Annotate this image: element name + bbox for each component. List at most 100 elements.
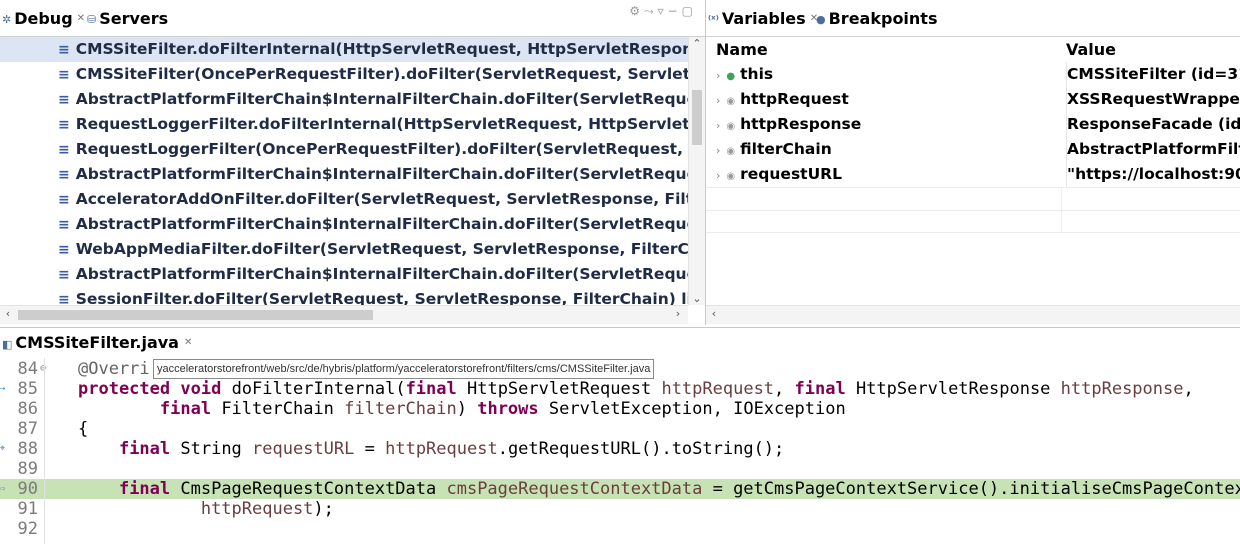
line-text: protected void doFilterInternal(final Ht…: [78, 379, 1194, 399]
code-line[interactable]: 92: [0, 519, 1240, 539]
column-header-name[interactable]: Name: [716, 37, 1061, 62]
line-number: 87: [17, 419, 38, 439]
stack-frame-icon: ≡: [58, 117, 70, 133]
breakpoint-marker-icon[interactable]: ⇢: [0, 379, 6, 399]
horizontal-scrollbar[interactable]: ‹: [706, 305, 1240, 324]
line-number: 89: [17, 459, 38, 479]
code-area[interactable]: 84⊖@Overri85⇢protected void doFilterInte…: [0, 358, 1240, 544]
variable-value: XSSRequestWrapper (: [1066, 87, 1240, 112]
expand-icon[interactable]: ›: [716, 144, 720, 157]
debug-view: ✲ Debug ✕ ⛁ Servers ⚙⤳▿−▢ ≡ CMSSiteFilter.do…: [0, 0, 706, 325]
code-line[interactable]: 90 ⇨ final CmsPageRequestContextData cmsP…: [0, 479, 1240, 499]
variable-row[interactable]: › ◉ filterChain AbstractPlatformFilter: [706, 137, 1240, 162]
variable-row[interactable]: › ◉ requestURL "https://localhost:900: [706, 162, 1240, 187]
breakpoint-marker-icon[interactable]: ⇨: [0, 479, 6, 499]
scroll-left-icon[interactable]: ‹: [0, 307, 16, 320]
horizontal-scrollbar[interactable]: ‹ ›: [0, 305, 688, 324]
expand-icon[interactable]: ›: [716, 94, 720, 107]
variable-name: requestURL: [740, 165, 842, 183]
close-icon[interactable]: ✕: [184, 337, 192, 348]
code-line[interactable]: 85 ⇢ protected void doFilterInternal(final…: [0, 379, 1240, 399]
stack-frame[interactable]: ≡ AbstractPlatformFilterChain$InternalFil…: [0, 162, 688, 187]
servers-icon: ⛁: [87, 13, 97, 26]
minimize-icon[interactable]: −: [668, 4, 682, 18]
scroll-thumb[interactable]: [18, 310, 373, 320]
stack-frame[interactable]: ≡ CMSSiteFilter.doFilterInternal(HttpServ…: [0, 37, 688, 62]
line-text: @Overri: [78, 359, 150, 379]
stack-frame[interactable]: ≡ WebAppMediaFilter.doFilter(ServletReque…: [0, 237, 688, 262]
expand-icon[interactable]: ›: [716, 119, 720, 132]
code-token: ): [456, 399, 478, 419]
code-token: final: [794, 379, 846, 399]
close-icon[interactable]: ✕: [77, 13, 85, 24]
variable-row[interactable]: › ◉ httpResponse ResponseFacade (id=3: [706, 112, 1240, 137]
file-path-tooltip: yacceleratorstorefront/web/src/de/hybris…: [153, 359, 655, 379]
expand-icon[interactable]: ›: [716, 169, 720, 182]
stack-frame[interactable]: ≡ SessionFilter.doFilter(ServletRequest, …: [0, 287, 688, 305]
stack-frame-icon: ≡: [58, 217, 70, 233]
stack-frame[interactable]: ≡ AcceleratorAddOnFilter.doFilter(Servlet…: [0, 187, 688, 212]
tab-breakpoints-label: Breakpoints: [828, 9, 938, 28]
variables-view: ⁽ˣ⁾ Variables ✕ ● Breakpoints Name Value › ●…: [706, 0, 1240, 325]
tab-variables[interactable]: ⁽ˣ⁾ Variables ✕: [708, 6, 819, 32]
line-text: final FilterChain filterChain) throws Se…: [78, 399, 846, 419]
variables-tabbar: ⁽ˣ⁾ Variables ✕ ● Breakpoints: [706, 0, 1240, 37]
skip-breakpoints-icon[interactable]: ⤳: [644, 4, 658, 18]
editor-tab[interactable]: ◧ CMSSiteFilter.java ✕: [0, 330, 192, 356]
breakpoint-marker-icon[interactable]: ⌖: [0, 439, 6, 459]
view-toolbar: ⚙⤳▿−▢: [629, 4, 697, 19]
stack-frame-icon: ≡: [58, 242, 70, 258]
stack-frame-icon: ≡: [58, 142, 70, 158]
variable-name: httpResponse: [740, 115, 862, 133]
stack-frame-icon: ≡: [58, 67, 70, 83]
code-token: {: [78, 419, 89, 439]
code-token: final: [405, 379, 457, 399]
tab-variables-label: Variables: [721, 9, 806, 28]
stack-frame[interactable]: ≡ RequestLoggerFilter(OncePerRequestFilte…: [0, 137, 688, 162]
variable-row[interactable]: › ◉ httpRequest XSSRequestWrapper (: [706, 87, 1240, 112]
code-line[interactable]: 91 httpRequest);: [0, 499, 1240, 519]
stack-frame-label: AbstractPlatformFilterChain$InternalFilt…: [75, 165, 688, 183]
tab-breakpoints[interactable]: ● Breakpoints: [816, 6, 937, 32]
tab-servers[interactable]: ⛁ Servers: [87, 6, 168, 32]
stack-frame[interactable]: ≡ AbstractPlatformFilterChain$InternalFil…: [0, 87, 688, 112]
view-menu-icon[interactable]: ▿: [658, 4, 668, 18]
code-line[interactable]: 86 final FilterChain filterChain) throws…: [0, 399, 1240, 419]
scroll-thumb[interactable]: [692, 90, 702, 145]
row-divider: [706, 187, 1240, 188]
scroll-down-icon[interactable]: ⌄: [689, 292, 705, 305]
code-token: httpResponse: [1060, 379, 1184, 399]
stack-frame[interactable]: ≡ RequestLoggerFilter.doFilterInternal(Ht…: [0, 112, 688, 137]
stack-frame-label: AbstractPlatformFilterChain$InternalFilt…: [75, 90, 688, 108]
collapse-all-icon[interactable]: ⚙: [629, 4, 644, 18]
stack-frame[interactable]: ≡ CMSSiteFilter(OncePerRequestFilter).doF…: [0, 62, 688, 87]
stack-frame[interactable]: ≡ AbstractPlatformFilterChain$InternalFil…: [0, 212, 688, 237]
vertical-scrollbar[interactable]: ⌃ ⌄: [688, 37, 705, 305]
code-token: .getRequestURL().toString();: [497, 439, 785, 459]
code-token: httpRequest: [200, 499, 314, 519]
scroll-left-icon[interactable]: ‹: [706, 307, 722, 320]
local-variable-icon: ◉: [726, 146, 736, 157]
row-divider: [706, 210, 1240, 211]
variable-name: filterChain: [740, 140, 832, 158]
expand-icon[interactable]: ›: [716, 69, 720, 82]
variable-row[interactable]: › ● this CMSSiteFilter (id=317: [706, 62, 1240, 87]
line-text: {: [78, 419, 88, 439]
code-token: HttpServletResponse: [845, 379, 1061, 399]
scroll-right-icon[interactable]: ›: [670, 307, 686, 320]
maximize-icon[interactable]: ▢: [682, 4, 697, 18]
stack-frame[interactable]: ≡ AbstractPlatformFilterChain$InternalFil…: [0, 262, 688, 287]
stack-frame-icon: ≡: [58, 92, 70, 108]
code-token: final: [159, 399, 212, 419]
code-line[interactable]: 89: [0, 459, 1240, 479]
local-variable-icon: ◉: [726, 96, 736, 107]
code-token: ServletException, IOException: [538, 399, 846, 419]
code-line[interactable]: 88 ⌖ final String requestURL = httpReques…: [0, 439, 1240, 459]
variable-value: CMSSiteFilter (id=317: [1066, 62, 1240, 87]
gutter-divider: [44, 358, 45, 544]
tab-servers-label: Servers: [99, 9, 169, 28]
scroll-up-icon[interactable]: ⌃: [689, 37, 705, 50]
tab-debug[interactable]: ✲ Debug ✕: [2, 6, 86, 32]
column-header-value[interactable]: Value: [1066, 37, 1240, 62]
code-line[interactable]: 87 {: [0, 419, 1240, 439]
